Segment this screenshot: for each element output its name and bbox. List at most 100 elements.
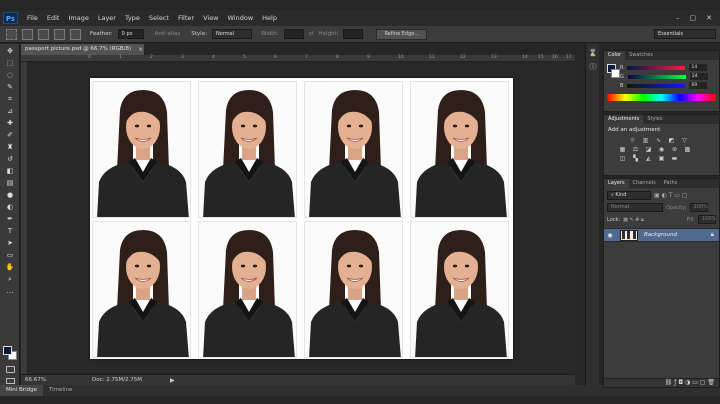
properties-panel-icon[interactable]: ⓘ [588,62,598,72]
threshold-icon[interactable]: ◭ [644,155,653,162]
width-input[interactable] [283,29,304,39]
move-tool-icon[interactable]: ✥ [3,46,17,56]
minimize-button[interactable]: – [676,14,680,22]
fill-input[interactable]: 100% [698,215,716,224]
document-tab[interactable]: passport picture.psd @ 66.7% (RGB/8) [21,44,144,55]
exposure-icon[interactable]: ◩ [667,137,676,144]
fx-icon[interactable]: ƒ [674,379,676,386]
tab-paths[interactable]: Paths [660,179,682,188]
eraser-icon[interactable]: ◧ [3,166,17,176]
clone-stamp-icon[interactable]: ♜ [3,142,17,152]
menu-edit[interactable]: Edit [47,14,60,22]
dodge-icon[interactable]: ◐ [3,202,17,212]
visibility-eye-icon[interactable]: ◉ [604,232,616,239]
menu-help[interactable]: Help [262,14,277,22]
hand-icon[interactable]: ✋ [3,262,17,272]
gradient-map-icon[interactable]: ▬ [670,155,679,162]
zoom-level[interactable]: 66.67% [25,377,46,383]
delete-layer-icon[interactable]: 🗑︎ [707,379,715,386]
type-tool-icon[interactable]: T [3,226,17,236]
lock-icons[interactable]: ▩ ✎ ✥ 🔒︎ [623,217,644,223]
channel-g-value[interactable]: 24 [689,73,708,80]
tab-channels[interactable]: Channels [629,179,660,188]
refine-edge-button[interactable]: Refine Edge... [376,28,428,40]
channel-mixer-icon[interactable]: ⊛ [670,146,679,153]
quick-selection-icon[interactable]: ✎ [3,82,17,92]
workspace-select[interactable]: Essentials [654,29,716,39]
channel-b-slider[interactable] [627,83,686,88]
channel-r-value[interactable]: 14 [689,64,708,71]
pen-icon[interactable]: ✒ [3,214,17,224]
lasso-icon[interactable]: ◌ [3,70,17,80]
new-layer-icon[interactable]: ▢ [700,379,706,386]
tab-timeline[interactable]: Timeline [43,385,78,396]
gradient-icon[interactable]: ▤ [3,178,17,188]
menu-select[interactable]: Select [149,14,169,22]
menu-window[interactable]: Window [228,14,254,22]
blend-mode-select[interactable]: Normal [607,203,663,212]
add-mask-icon[interactable]: ◘ [678,379,683,386]
selective-color-icon[interactable]: ▣ [657,155,666,162]
channel-r-slider[interactable] [627,65,686,70]
intersect-selection-icon[interactable] [70,28,81,40]
menu-filter[interactable]: Filter [178,14,194,22]
style-select[interactable]: Normal [211,29,252,39]
photo-filter-icon[interactable]: ◉ [657,146,666,153]
rectangular-marquee-icon[interactable]: ⬚ [3,58,17,68]
black-white-icon[interactable]: ◪ [644,146,653,153]
document-canvas[interactable] [90,78,513,359]
tab-swatches[interactable]: Swatches [625,51,657,60]
foreground-color-swatch[interactable] [3,346,12,355]
new-group-icon[interactable]: ▭ [692,379,698,386]
menu-file[interactable]: File [27,14,38,22]
hue-saturation-icon[interactable]: ▦ [618,146,627,153]
link-layers-icon[interactable]: ⛓ [665,379,673,386]
zoom-icon[interactable]: ⌕ [3,274,17,284]
marquee-tool-preset-icon[interactable] [6,28,17,40]
layer-row-background[interactable]: ◉ Background 🔒︎ [604,228,719,242]
posterize-icon[interactable]: ▚ [631,155,640,162]
menu-layer[interactable]: Layer [98,14,116,22]
new-adjustment-icon[interactable]: ◑ [685,379,690,386]
layer-filter-kind[interactable]: ⌕ Kind [607,191,651,200]
brightness-icon[interactable]: ☼ [628,137,637,144]
menu-type[interactable]: Type [125,14,140,22]
history-brush-icon[interactable]: ↺ [3,154,17,164]
brush-icon[interactable]: ✐ [3,130,17,140]
new-selection-icon[interactable] [22,28,33,40]
screen-mode-icon[interactable] [6,378,15,384]
vibrance-icon[interactable]: ▽ [680,137,689,144]
opacity-input[interactable]: 100% [689,203,708,212]
blur-icon[interactable]: ● [3,190,17,200]
add-selection-icon[interactable] [38,28,49,40]
subtract-selection-icon[interactable] [54,28,65,40]
filter-pixel-icon[interactable]: ▣ ◐ T ▭ ▢ [654,192,688,199]
curves-icon[interactable]: ∿ [654,137,663,144]
height-input[interactable] [343,29,364,39]
color-lookup-icon[interactable]: ▩ [683,146,692,153]
tab-adjustments[interactable]: Adjustments [604,115,644,124]
invert-icon[interactable]: ◫ [618,155,627,162]
eyedropper-icon[interactable]: ⊿ [3,106,17,116]
color-balance-icon[interactable]: ⚖ [631,146,640,153]
levels-icon[interactable]: ▥ [641,137,650,144]
bg-color-chip[interactable] [611,69,620,78]
swap-dimensions-icon[interactable]: ⇄ [309,31,314,37]
close-window-button[interactable]: ✕ [706,14,712,22]
tab-styles[interactable]: Styles [643,115,666,124]
tab-mini-bridge[interactable]: Mini Bridge [0,385,43,396]
history-panel-icon[interactable]: ⌛ [588,48,598,58]
quick-mask-icon[interactable] [6,366,15,373]
menu-image[interactable]: Image [68,14,88,22]
maximize-button[interactable]: ▢ [690,14,697,22]
status-menu-arrow-icon[interactable]: ▶ [170,377,175,384]
path-selection-icon[interactable]: ➤ [3,238,17,248]
antialias-checkbox[interactable]: Anti-alias [155,31,181,37]
menu-view[interactable]: View [203,14,218,22]
channel-b-value[interactable]: 69 [689,82,708,89]
tab-color[interactable]: Color [604,51,626,60]
close-document-icon[interactable]: × [138,44,143,55]
layer-name[interactable]: Background [644,232,677,238]
rectangle-shape-icon[interactable]: ▭ [3,250,17,260]
crop-icon[interactable]: ⌗ [3,94,17,104]
